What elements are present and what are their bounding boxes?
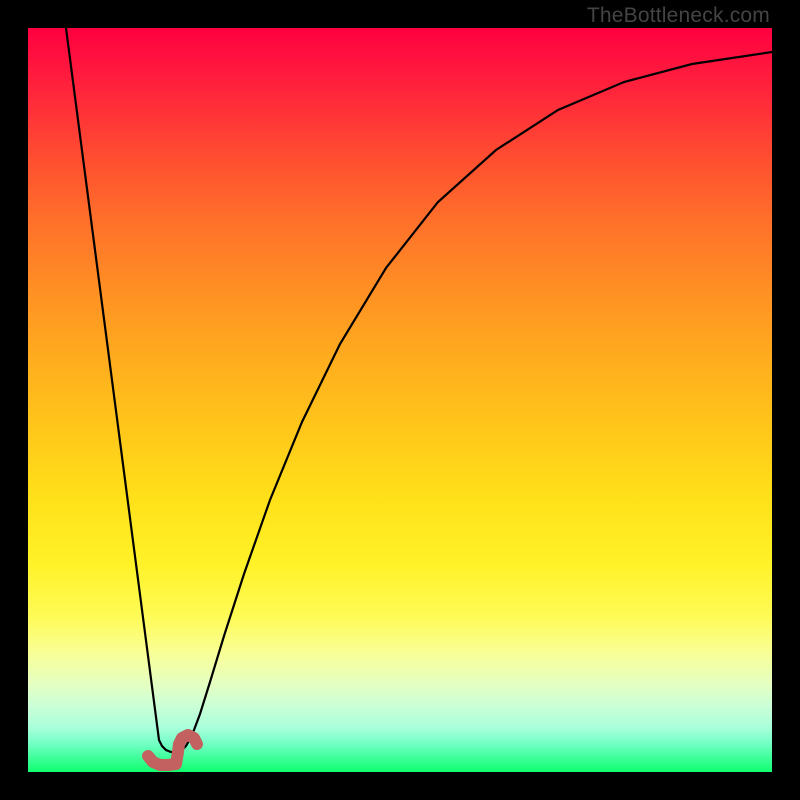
- bottom-marker: [148, 735, 197, 765]
- plot-area: [28, 28, 772, 772]
- bottleneck-curve: [66, 28, 772, 752]
- chart-svg: [28, 28, 772, 772]
- watermark-text: TheBottleneck.com: [587, 4, 770, 28]
- chart-frame: TheBottleneck.com: [0, 0, 800, 800]
